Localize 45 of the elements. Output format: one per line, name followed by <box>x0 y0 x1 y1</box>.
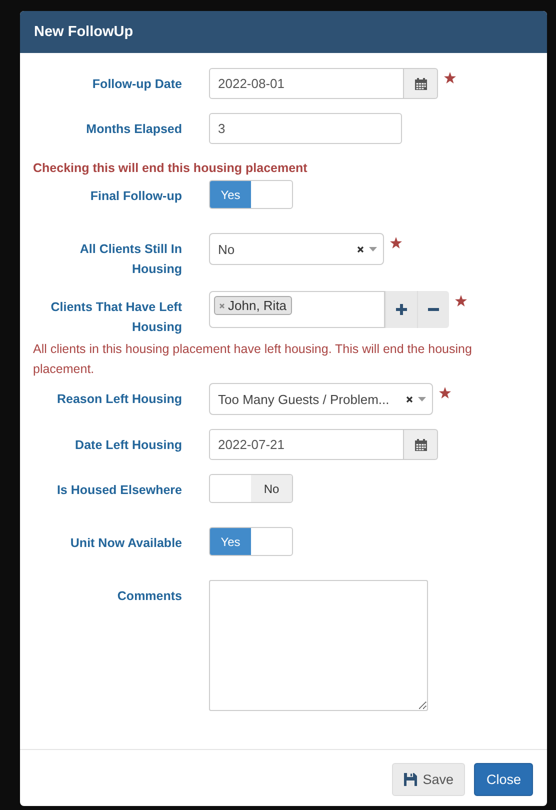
close-button[interactable]: Close <box>474 763 533 796</box>
comments-field[interactable] <box>209 580 428 711</box>
field-label: Follow-up Date <box>91 76 182 93</box>
multi-select-field[interactable]: John, Rita <box>209 291 385 328</box>
field-label: Clients That Have Left Housing <box>50 299 182 336</box>
tag-text: John, Rita <box>228 298 287 313</box>
dialog-title: New FollowUp <box>34 24 134 40</box>
clear-icon <box>406 396 413 402</box>
toggle-text: Yes <box>220 188 240 202</box>
plus-icon <box>396 304 407 315</box>
toggle-switch[interactable]: Yes <box>209 180 293 209</box>
field-label: Comments <box>116 588 182 605</box>
calendar-button[interactable] <box>404 68 438 99</box>
select-field[interactable]: Too Many Guests / Problem... <box>209 383 433 415</box>
calendar-icon <box>414 438 426 450</box>
field-label: Final Follow-up <box>89 188 182 205</box>
select-field[interactable]: No <box>209 233 384 265</box>
toggle-switch[interactable]: No <box>209 474 293 503</box>
field-label: All Clients Still In Housing <box>78 241 182 278</box>
toggle-switch[interactable]: Yes <box>209 527 293 556</box>
field-label: Months Elapsed <box>85 121 182 138</box>
text-field[interactable]: 3 <box>209 113 402 144</box>
field-label: Date Left Housing <box>74 437 182 454</box>
field-label: Unit Now Available <box>69 535 182 552</box>
minus-icon <box>428 308 439 311</box>
clear-icon <box>357 246 364 252</box>
calendar-icon <box>414 78 426 90</box>
add-button[interactable] <box>385 291 417 328</box>
select-value: Too Many Guests / Problem... <box>218 392 390 406</box>
date-field[interactable]: 2022-07-21 <box>209 429 404 460</box>
toggle-text: No <box>264 482 280 496</box>
caret-icon <box>369 246 377 252</box>
save-button[interactable]: Save <box>392 763 466 796</box>
remove-button[interactable] <box>417 291 449 328</box>
remove-icon <box>219 302 225 308</box>
caret-icon <box>418 396 426 402</box>
select-value: No <box>218 242 236 256</box>
date-field[interactable]: 2022-08-01 <box>209 68 404 99</box>
warning-text: All clients in this housing placement have left housing. This will end the housing placement. <box>33 341 473 378</box>
calendar-button[interactable] <box>404 429 438 460</box>
toggle-text: Yes <box>220 534 240 548</box>
field-label: Reason Left Housing <box>56 391 182 408</box>
field-label: Is Housed Elsewhere <box>56 482 182 499</box>
warning-text: Checking this will end this housing placement <box>33 160 308 177</box>
selected-tag[interactable]: John, Rita <box>214 296 292 315</box>
